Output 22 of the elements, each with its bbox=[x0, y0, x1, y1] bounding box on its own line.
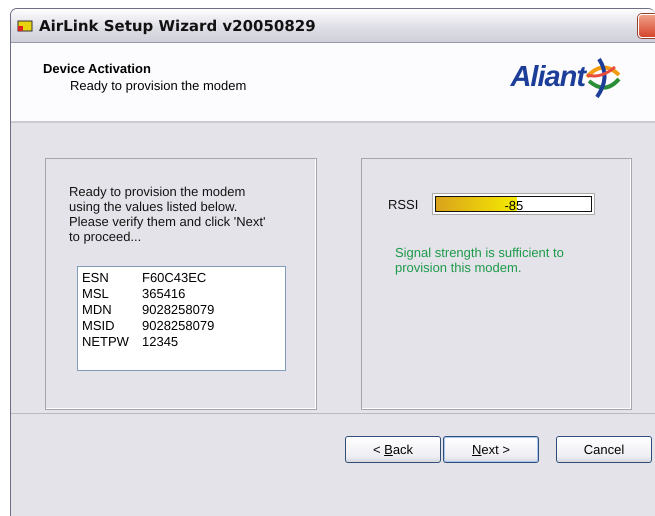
value-text: 365416 bbox=[142, 286, 186, 302]
logo-text: Aliant bbox=[510, 60, 585, 94]
back-button[interactable]: < Back bbox=[345, 436, 441, 463]
value-text: 9028258079 bbox=[142, 318, 216, 334]
next-button[interactable]: Next > bbox=[443, 436, 539, 463]
cancel-button[interactable]: Cancel bbox=[556, 436, 652, 463]
value-text: F60C43EC bbox=[142, 270, 208, 286]
value-text: 9028258079 bbox=[142, 302, 216, 318]
page-subtitle: Ready to provision the modem bbox=[69, 78, 246, 93]
rssi-label: RSSI bbox=[388, 196, 418, 212]
value-key: MDN bbox=[82, 302, 142, 318]
value-text: 12345 bbox=[142, 334, 180, 350]
app-icon bbox=[17, 18, 33, 32]
value-key: NETPW bbox=[82, 334, 142, 350]
window-title: AirLink Setup Wizard v20050829 bbox=[39, 16, 316, 34]
value-key: ESN bbox=[82, 270, 142, 286]
swoosh-logo-icon bbox=[585, 55, 621, 99]
page-title: Device Activation bbox=[43, 61, 152, 76]
value-key: MSL bbox=[82, 286, 142, 302]
signal-status-text: Signal strength is sufficient to provision this modem. bbox=[395, 245, 565, 275]
value-key: MSID bbox=[82, 318, 142, 334]
instructions-text: Ready to provision the modem using the values listed below. Please verify them and click 'Next' to proceed... bbox=[69, 184, 266, 244]
